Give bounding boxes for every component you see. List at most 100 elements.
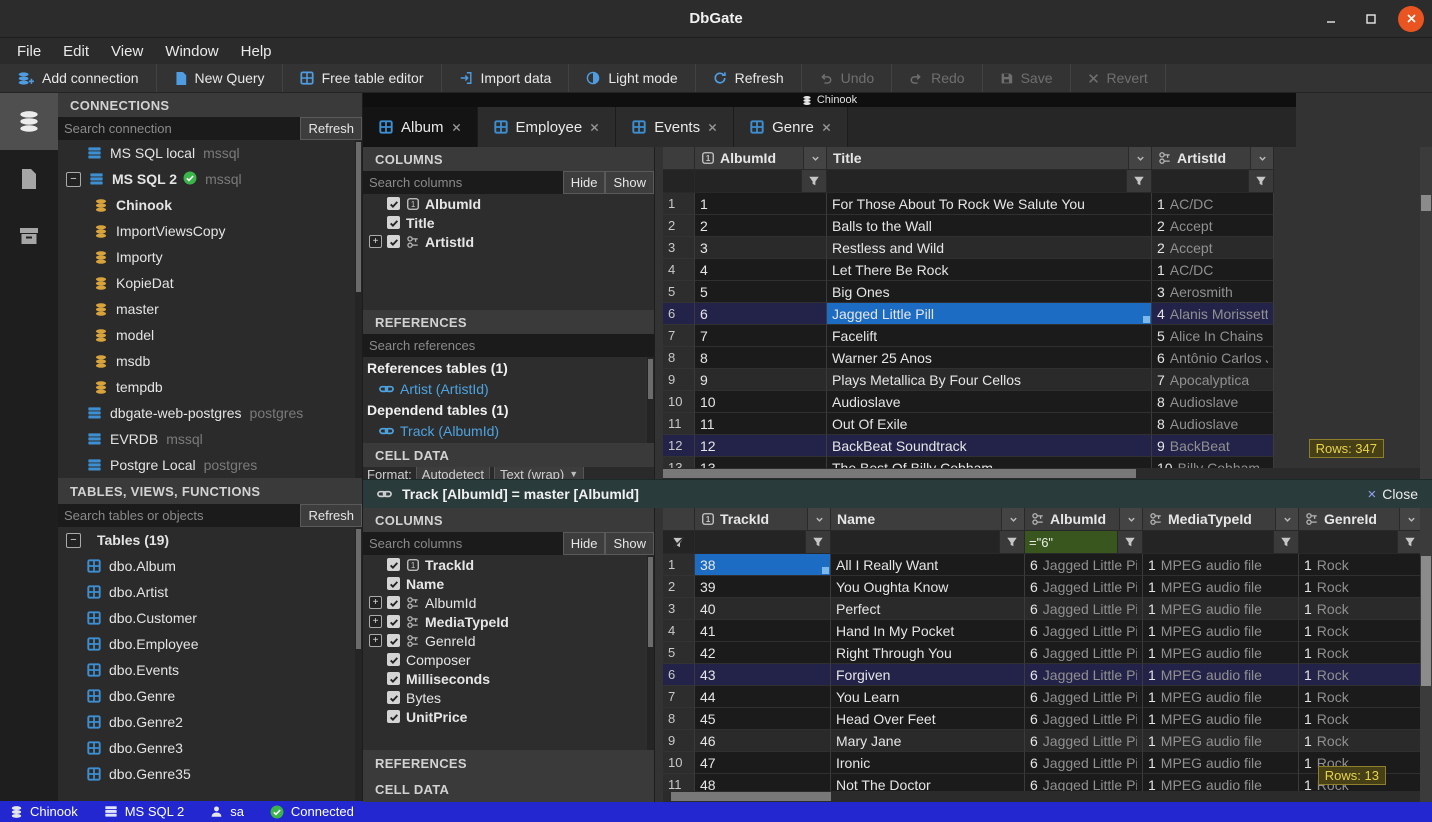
column-header-albumid[interactable]: 1AlbumId bbox=[695, 147, 827, 170]
filter-input-trackid[interactable] bbox=[695, 531, 831, 554]
data-cell[interactable]: 12 bbox=[695, 435, 827, 457]
tree-item-dbo-artist[interactable]: dbo.Artist bbox=[58, 579, 362, 605]
row-number-cell[interactable]: 9 bbox=[663, 369, 695, 391]
data-cell[interactable]: 6Jagged Little Pill bbox=[1025, 730, 1143, 752]
column-item-title[interactable]: Title bbox=[363, 213, 654, 232]
scrollbar[interactable] bbox=[355, 140, 362, 478]
tree-item-dbo-album[interactable]: dbo.Album bbox=[58, 553, 362, 579]
filter-input-name[interactable] bbox=[831, 531, 1025, 554]
filter-input-genreid[interactable] bbox=[1299, 531, 1423, 554]
data-cell[interactable]: Restless and Wild bbox=[827, 237, 1152, 259]
data-cell[interactable]: 6Antônio Carlos Jobim bbox=[1152, 347, 1274, 369]
data-cell[interactable]: 1Rock bbox=[1299, 730, 1423, 752]
connections-search-input[interactable] bbox=[58, 117, 300, 140]
refresh-button[interactable]: Refresh bbox=[696, 64, 802, 92]
horizontal-scrollbar[interactable] bbox=[663, 791, 1420, 802]
rail-item-archive[interactable] bbox=[0, 207, 58, 264]
column-item-albumid[interactable]: +AlbumId bbox=[363, 593, 654, 612]
vertical-scrollbar[interactable] bbox=[1420, 147, 1432, 479]
checkbox-checked[interactable] bbox=[387, 216, 400, 229]
data-cell[interactable]: 7 bbox=[695, 325, 827, 347]
vertical-scrollbar-thumb[interactable] bbox=[1421, 195, 1431, 211]
row-number-cell[interactable]: 5 bbox=[663, 642, 695, 664]
tree-item-ms-sql-2[interactable]: −MS SQL 2mssql bbox=[58, 166, 362, 192]
data-cell[interactable]: 7Apocalyptica bbox=[1152, 369, 1274, 391]
tab-close-icon[interactable] bbox=[590, 119, 599, 136]
column-menu-button[interactable] bbox=[1119, 508, 1142, 530]
filter-input-albumid[interactable]: ="6" bbox=[1025, 531, 1143, 554]
column-item-artistid[interactable]: +ArtistId bbox=[363, 232, 654, 251]
data-cell[interactable]: 38 bbox=[695, 554, 831, 576]
data-cell[interactable]: 10 bbox=[695, 391, 827, 413]
row-number-cell[interactable]: 12 bbox=[663, 435, 695, 457]
data-cell[interactable]: You Learn bbox=[831, 686, 1025, 708]
data-cell[interactable]: 1MPEG audio file bbox=[1143, 664, 1299, 686]
data-cell[interactable]: 46 bbox=[695, 730, 831, 752]
checkbox-checked[interactable] bbox=[387, 558, 400, 571]
column-menu-button[interactable] bbox=[807, 508, 830, 530]
row-number-cell[interactable]: 4 bbox=[663, 259, 695, 281]
data-cell[interactable]: 6Jagged Little Pill bbox=[1025, 554, 1143, 576]
data-cell[interactable]: 45 bbox=[695, 708, 831, 730]
scrollbar[interactable] bbox=[355, 527, 362, 801]
columns-hide-button[interactable]: Hide bbox=[563, 171, 606, 194]
vertical-scrollbar-thumb[interactable] bbox=[1421, 556, 1431, 686]
data-cell[interactable]: Mary Jane bbox=[831, 730, 1025, 752]
data-cell[interactable]: 1MPEG audio file bbox=[1143, 752, 1299, 774]
filter-input-albumid[interactable] bbox=[695, 170, 827, 193]
data-cell[interactable]: 3 bbox=[695, 237, 827, 259]
vertical-scrollbar[interactable] bbox=[1420, 508, 1432, 802]
checkbox-checked[interactable] bbox=[387, 634, 400, 647]
column-item-genreid[interactable]: +GenreId bbox=[363, 631, 654, 650]
expand-expander-icon[interactable]: + bbox=[369, 615, 382, 628]
tree-item-dbo-customer[interactable]: dbo.Customer bbox=[58, 605, 362, 631]
tree-item-kopiedat[interactable]: KopieDat bbox=[58, 270, 362, 296]
columns-hide-button[interactable]: Hide bbox=[563, 532, 606, 555]
row-number-cell[interactable]: 7 bbox=[663, 686, 695, 708]
row-number-cell[interactable]: 2 bbox=[663, 215, 695, 237]
row-number-cell[interactable]: 2 bbox=[663, 576, 695, 598]
data-cell[interactable]: 8Audioslave bbox=[1152, 391, 1274, 413]
close-button[interactable] bbox=[1398, 6, 1424, 32]
scrollbar-thumb[interactable] bbox=[356, 142, 361, 292]
row-number-cell[interactable]: 10 bbox=[663, 391, 695, 413]
add-connection-button[interactable]: Add connection bbox=[0, 64, 157, 92]
data-cell[interactable]: Audioslave bbox=[827, 391, 1152, 413]
row-number-cell[interactable]: 3 bbox=[663, 237, 695, 259]
filter-menu-button[interactable] bbox=[805, 531, 830, 553]
data-cell[interactable]: Warner 25 Anos bbox=[827, 347, 1152, 369]
tables-search-input[interactable] bbox=[58, 504, 300, 527]
expand-expander-icon[interactable]: + bbox=[369, 634, 382, 647]
row-number-cell[interactable]: 3 bbox=[663, 598, 695, 620]
data-cell[interactable]: Forgiven bbox=[831, 664, 1025, 686]
expand-expander-icon[interactable]: + bbox=[369, 235, 382, 248]
data-cell[interactable]: 1Rock bbox=[1299, 576, 1423, 598]
data-cell[interactable]: 1MPEG audio file bbox=[1143, 554, 1299, 576]
row-number-cell[interactable]: 1 bbox=[663, 554, 695, 576]
data-cell[interactable]: Out Of Exile bbox=[827, 413, 1152, 435]
light-mode-button[interactable]: Light mode bbox=[569, 64, 695, 92]
filter-menu-button[interactable] bbox=[1397, 531, 1422, 553]
row-number-cell[interactable]: 9 bbox=[663, 730, 695, 752]
data-cell[interactable]: 4Alanis Morissette bbox=[1152, 303, 1274, 325]
filter-input-title[interactable] bbox=[827, 170, 1152, 193]
column-item-mediatypeid[interactable]: +MediaTypeId bbox=[363, 612, 654, 631]
data-cell[interactable]: Balls to the Wall bbox=[827, 215, 1152, 237]
data-cell[interactable]: 6Jagged Little Pill bbox=[1025, 708, 1143, 730]
checkbox-checked[interactable] bbox=[387, 691, 400, 704]
expand-expander-icon[interactable]: + bbox=[369, 596, 382, 609]
data-cell[interactable]: Jagged Little Pill bbox=[827, 303, 1152, 325]
data-cell[interactable]: 6Jagged Little Pill bbox=[1025, 752, 1143, 774]
tree-item-dbo-genre35[interactable]: dbo.Genre35 bbox=[58, 761, 362, 787]
tree-item-tables-19-[interactable]: −Tables (19) bbox=[58, 527, 362, 553]
tab-employee[interactable]: Employee bbox=[478, 107, 617, 147]
row-number-cell[interactable]: 7 bbox=[663, 325, 695, 347]
filter-menu-button[interactable] bbox=[1248, 170, 1273, 192]
data-cell[interactable]: 40 bbox=[695, 598, 831, 620]
tree-item-dbo-employee[interactable]: dbo.Employee bbox=[58, 631, 362, 657]
data-cell[interactable]: 6Jagged Little Pill bbox=[1025, 664, 1143, 686]
checkbox-checked[interactable] bbox=[387, 197, 400, 210]
checkbox-checked[interactable] bbox=[387, 615, 400, 628]
column-header-mediatypeid[interactable]: MediaTypeId bbox=[1143, 508, 1299, 531]
column-header-albumid[interactable]: AlbumId bbox=[1025, 508, 1143, 531]
